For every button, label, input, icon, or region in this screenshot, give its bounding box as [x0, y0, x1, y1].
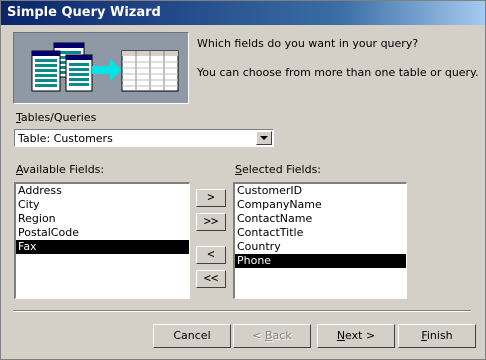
tables-queries-label-text: ables/Queries [20, 111, 97, 124]
list-item[interactable]: CustomerID [235, 184, 406, 198]
tables-queries-label: Tables/Queries [16, 111, 96, 124]
divider [13, 310, 471, 312]
finish-button[interactable]: Finish [398, 324, 476, 348]
back-button-label: ack [272, 329, 292, 342]
list-item[interactable]: Country [235, 240, 406, 254]
prompt-hint: You can choose from more than one table … [197, 66, 479, 79]
next-button[interactable]: Next > [317, 324, 395, 348]
next-button-accesskey: N [336, 329, 346, 342]
back-button-accesskey: B [265, 329, 273, 342]
selected-fields-label-text: elected Fields: [241, 163, 322, 176]
list-item-selected[interactable]: Phone [235, 254, 406, 268]
dropdown-button[interactable] [256, 131, 272, 145]
prompt-question: Which fields do you want in your query? [197, 37, 419, 50]
chevron-down-icon [260, 136, 268, 140]
selected-fields-list[interactable]: CustomerID CompanyName ContactName Conta… [233, 182, 407, 299]
list-item[interactable]: City [16, 198, 189, 212]
selected-fields-label: Selected Fields: [235, 163, 321, 176]
finish-button-label: inish [426, 329, 453, 342]
window-title: Simple Query Wizard [7, 5, 161, 20]
available-fields-list[interactable]: Address City Region PostalCode Fax [14, 182, 190, 299]
simple-query-wizard-window: Simple Query Wizard Which fields do you … [0, 0, 486, 360]
back-button[interactable]: < Back [233, 324, 311, 348]
tables-queries-selected: Table: Customers [18, 132, 113, 145]
list-item-selected[interactable]: Fax [16, 240, 189, 254]
wizard-illustration [13, 32, 189, 104]
selected-fields-label-accesskey: S [235, 163, 242, 176]
add-all-fields-button[interactable]: >> [196, 213, 226, 231]
title-bar[interactable]: Simple Query Wizard [1, 1, 485, 25]
cancel-button[interactable]: Cancel [153, 324, 231, 348]
back-button-prefix: < [252, 329, 265, 342]
next-button-label: ext > [345, 329, 376, 342]
remove-all-fields-button[interactable]: << [196, 270, 226, 288]
list-item[interactable]: Region [16, 212, 189, 226]
remove-field-button[interactable]: < [196, 246, 226, 264]
list-item[interactable]: ContactTitle [235, 226, 406, 240]
available-fields-label: Available Fields: [16, 163, 104, 176]
add-field-button[interactable]: > [196, 189, 226, 207]
list-item[interactable]: ContactName [235, 212, 406, 226]
list-item[interactable]: PostalCode [16, 226, 189, 240]
list-item[interactable]: Address [16, 184, 189, 198]
tables-queries-dropdown[interactable]: Table: Customers [14, 129, 274, 147]
available-fields-label-accesskey: A [16, 163, 23, 176]
available-fields-label-text: vailable Fields: [22, 163, 105, 176]
list-item[interactable]: CompanyName [235, 198, 406, 212]
tables-to-query-icon [31, 42, 179, 92]
